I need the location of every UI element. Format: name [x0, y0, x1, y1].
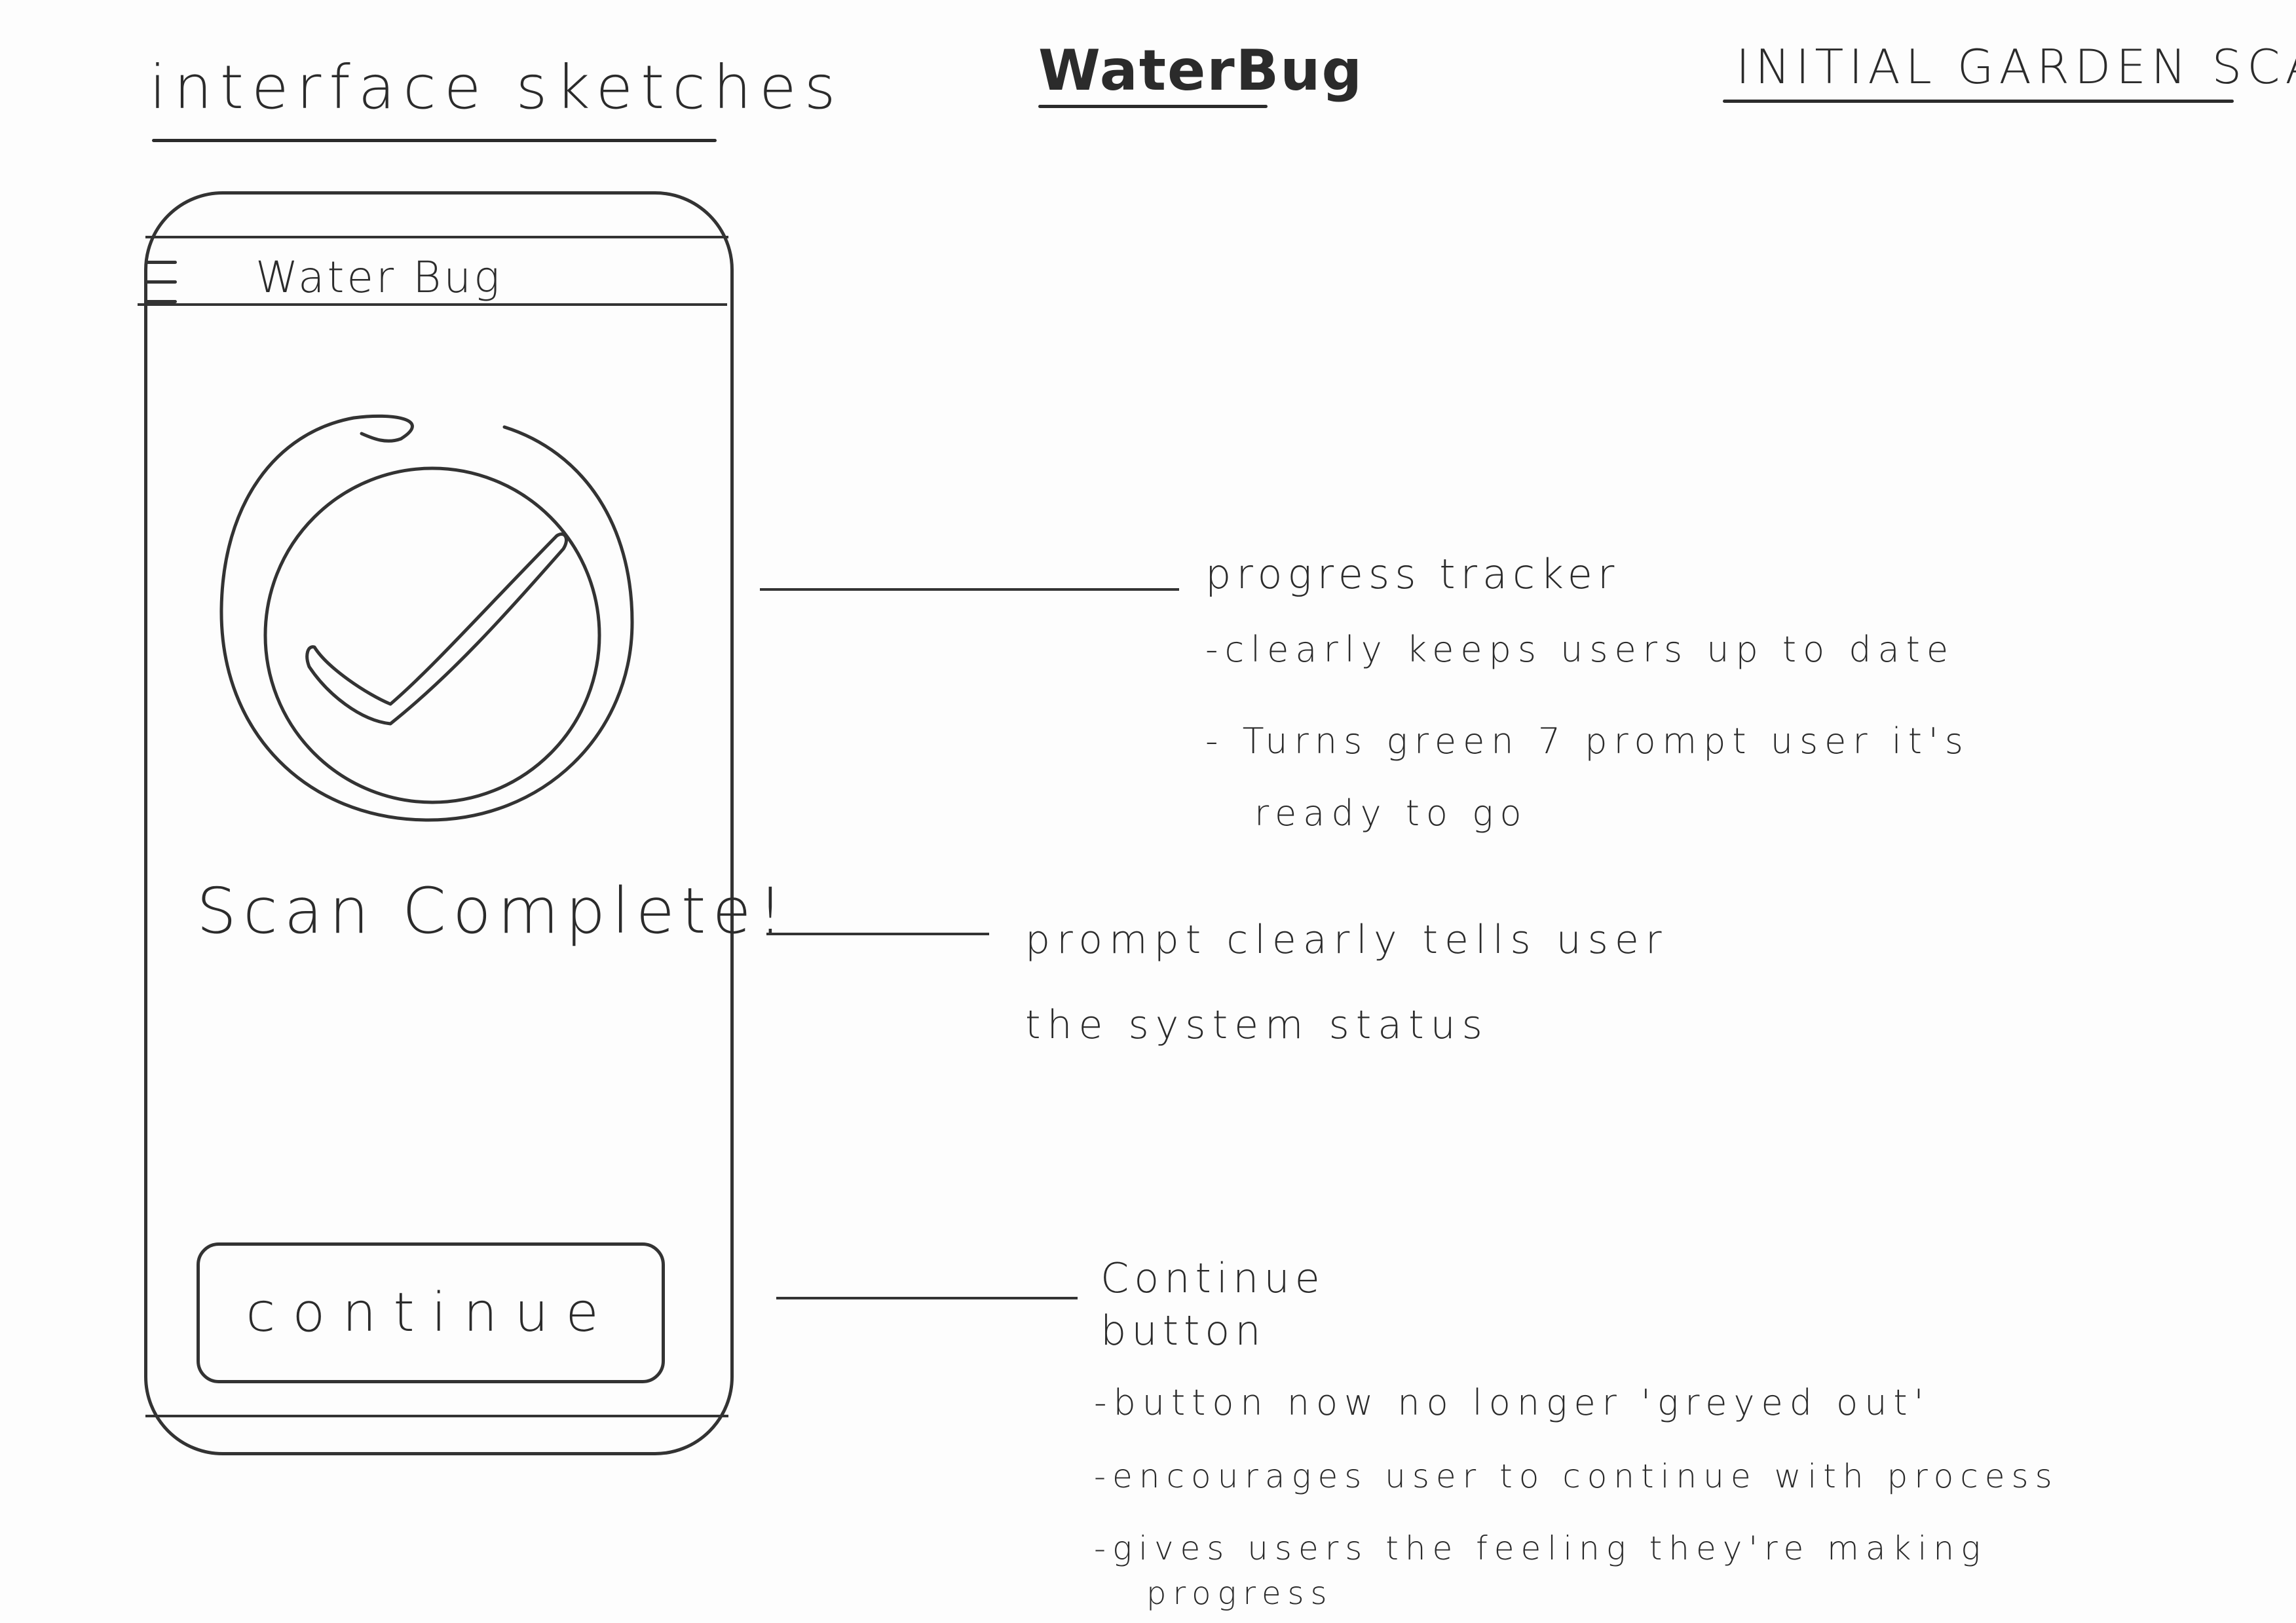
progress-note-line: ready to go: [1254, 793, 1528, 834]
progress-note-title: progress tracker: [1205, 550, 1620, 598]
app-title: Water Bug: [255, 252, 502, 303]
project-title-underline: [1038, 105, 1268, 108]
progress-note-line: -clearly keeps users up to date: [1205, 629, 1955, 670]
check-circle-icon: [219, 414, 634, 822]
continue-connector-line: [776, 1297, 1078, 1299]
sketch-label: interface sketches: [149, 52, 844, 122]
continue-note-line: -button now no longer 'greyed out': [1094, 1382, 1930, 1423]
continue-note-line: -encourages user to continue with proces…: [1094, 1457, 2059, 1495]
screen-title-underline: [1723, 100, 2234, 103]
bottom-bar-divider: [145, 1415, 728, 1417]
scan-status-text: Scan Complete!: [197, 874, 790, 948]
prompt-note-line: prompt clearly tells user: [1025, 917, 1668, 963]
prompt-connector-line: [766, 933, 989, 935]
progress-connector-line: [760, 588, 1179, 591]
hamburger-menu-icon[interactable]: [145, 257, 178, 309]
continue-button[interactable]: continue: [197, 1242, 665, 1383]
continue-note-title: Continue: [1101, 1254, 1325, 1302]
status-bar-divider: [145, 236, 728, 238]
sketch-label-underline: [152, 139, 717, 142]
screen-title: INITIAL GARDEN SCAN: [1736, 39, 2296, 94]
continue-note-title: button: [1101, 1307, 1266, 1354]
continue-note-line: progress: [1146, 1575, 1334, 1612]
app-bar-divider: [138, 303, 727, 306]
continue-note-line: -gives users the feeling they're making: [1094, 1529, 1987, 1567]
prompt-note-line: the system status: [1025, 1002, 1489, 1048]
project-title: WaterBug: [1038, 38, 1364, 103]
progress-note-line: - Turns green 7 prompt user it's: [1205, 720, 1970, 762]
